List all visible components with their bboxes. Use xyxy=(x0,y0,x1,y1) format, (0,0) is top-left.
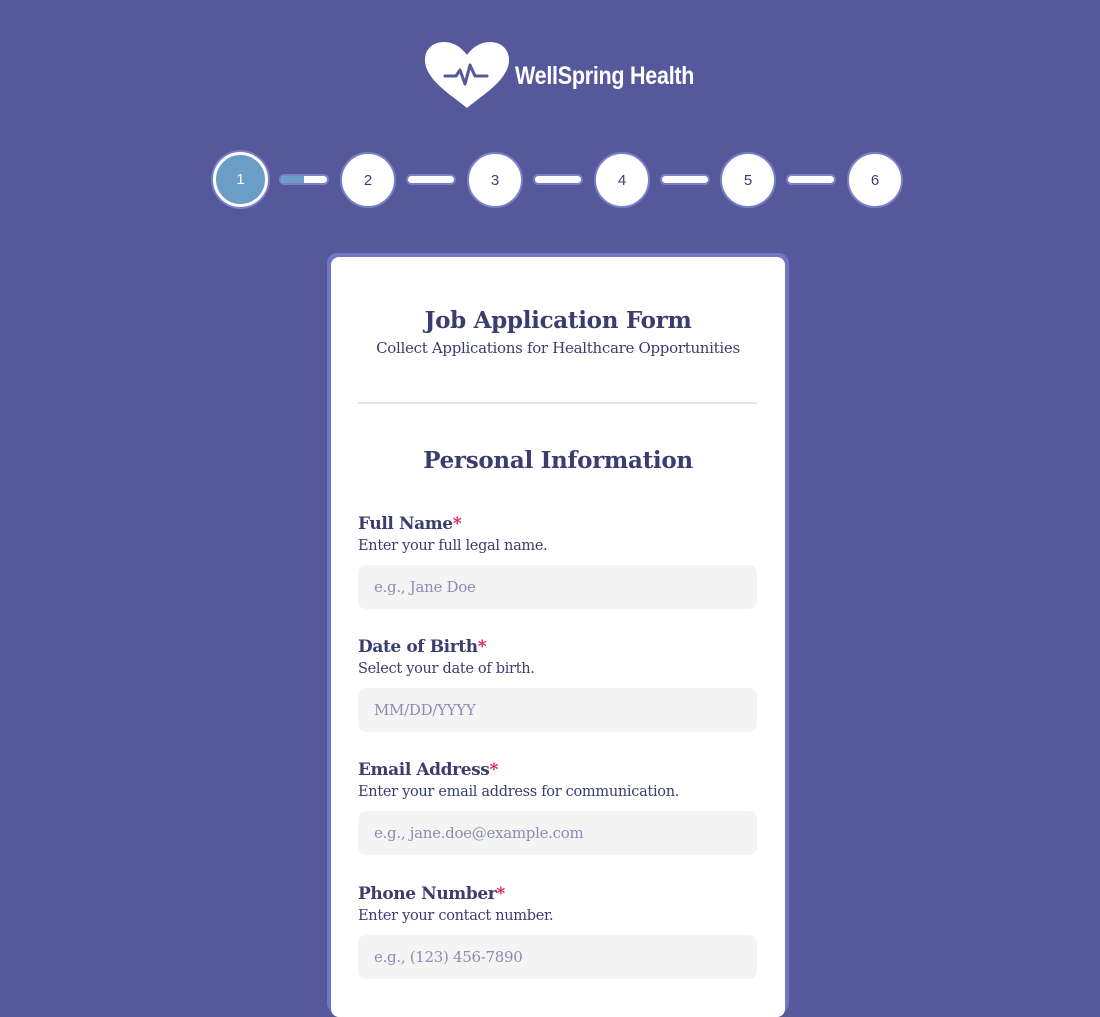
step-connector xyxy=(788,176,834,183)
form-card: Job Application Form Collect Application… xyxy=(331,257,785,1017)
step-connector xyxy=(408,176,454,183)
required-asterisk: * xyxy=(477,637,487,657)
step-3[interactable]: 3 xyxy=(467,152,523,208)
section-title: Personal Information xyxy=(423,447,693,474)
required-asterisk: * xyxy=(489,760,498,780)
field-email-address: Email Address* Enter your email address … xyxy=(358,760,757,855)
brand-name: WellSpring Health xyxy=(515,61,695,90)
field-help-text: Select your date of birth. xyxy=(358,661,535,677)
step-connector xyxy=(662,176,708,183)
step-1[interactable]: 1 xyxy=(213,152,268,207)
heart-pulse-icon xyxy=(425,42,509,108)
full-name-input[interactable] xyxy=(358,565,757,609)
field-label: Date of Birth* xyxy=(358,637,487,657)
field-full-name: Full Name* Enter your full legal name. xyxy=(358,514,757,609)
form-title: Job Application Form xyxy=(424,307,692,334)
step-4[interactable]: 4 xyxy=(594,152,650,208)
brand-logo: WellSpring Health xyxy=(423,40,723,110)
field-help-text: Enter your contact number. xyxy=(358,908,554,924)
phone-input[interactable] xyxy=(358,935,757,979)
step-5[interactable]: 5 xyxy=(720,152,776,208)
required-asterisk: * xyxy=(496,884,505,904)
step-6[interactable]: 6 xyxy=(847,152,903,208)
required-asterisk: * xyxy=(452,514,462,534)
field-label: Phone Number* xyxy=(358,884,505,904)
field-help-text: Enter your full legal name. xyxy=(358,538,548,554)
divider xyxy=(358,402,757,404)
form-subtitle: Collect Applications for Healthcare Oppo… xyxy=(376,339,740,357)
field-label: Full Name* xyxy=(358,514,462,534)
step-connector-progress xyxy=(281,176,304,183)
field-date-of-birth: Date of Birth* Select your date of birth… xyxy=(358,637,757,732)
email-input[interactable] xyxy=(358,811,757,855)
step-connector xyxy=(535,176,581,183)
step-connector xyxy=(281,176,327,183)
field-help-text: Enter your email address for communicati… xyxy=(358,784,680,800)
field-phone-number: Phone Number* Enter your contact number. xyxy=(358,884,757,979)
field-label: Email Address* xyxy=(358,760,498,780)
step-2[interactable]: 2 xyxy=(340,152,396,208)
date-of-birth-input[interactable] xyxy=(358,688,757,732)
